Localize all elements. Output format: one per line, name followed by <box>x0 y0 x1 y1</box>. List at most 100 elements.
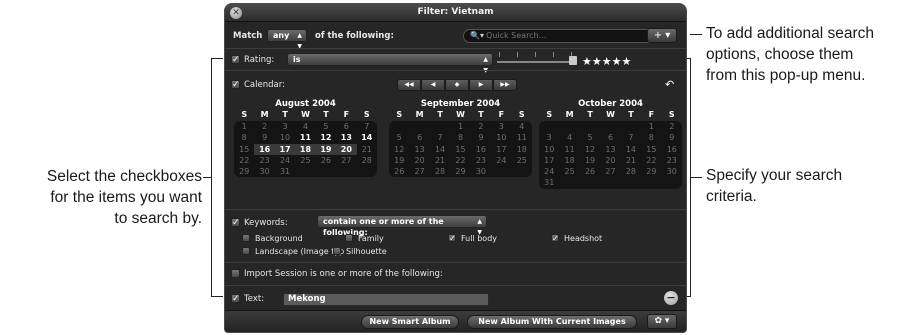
calendar-day[interactable]: 6 <box>336 121 356 132</box>
calendar-day[interactable]: 31 <box>275 166 295 177</box>
calendar-day[interactable]: 1 <box>234 121 254 132</box>
calendar-day[interactable]: 11 <box>512 132 532 143</box>
calendar-day[interactable]: 15 <box>450 144 470 155</box>
calendar-day[interactable]: 2 <box>471 121 491 132</box>
calendar-day[interactable]: 30 <box>471 166 491 177</box>
calendar-day[interactable]: 8 <box>234 132 254 143</box>
calendar-day[interactable]: 30 <box>662 166 682 177</box>
keyword-option[interactable]: Silhouette <box>333 247 387 256</box>
calendar-day[interactable]: 13 <box>336 132 356 143</box>
calendar-day[interactable]: 26 <box>316 155 336 166</box>
calendar-day[interactable]: 22 <box>234 155 254 166</box>
keywords-operator-popup[interactable]: contain one or more of the following: ▲ ▼ <box>317 215 487 237</box>
calendar-day[interactable]: 16 <box>254 143 275 155</box>
calendar-day[interactable]: 1 <box>450 121 470 132</box>
calendar-day[interactable]: 8 <box>641 132 661 143</box>
text-field[interactable]: Mekong <box>283 293 489 306</box>
calendar-day[interactable]: 16 <box>471 144 491 155</box>
calendar-day[interactable]: 23 <box>471 155 491 166</box>
calendar-day[interactable]: 23 <box>254 155 274 166</box>
fast-forward-icon[interactable]: ▶▶ <box>493 79 517 91</box>
calendar-day[interactable]: 31 <box>539 177 559 188</box>
calendar-day[interactable]: 10 <box>275 132 295 143</box>
calendar-day[interactable]: 18 <box>512 144 532 155</box>
calendar-day[interactable]: 14 <box>621 144 641 155</box>
calendar-day[interactable]: 29 <box>641 166 661 177</box>
calendar-day[interactable]: 4 <box>512 121 532 132</box>
next-icon[interactable]: ▶ <box>469 79 493 91</box>
calendar-day[interactable]: 6 <box>600 132 620 143</box>
calendar-day[interactable]: 21 <box>621 155 641 166</box>
calendar-day[interactable]: 25 <box>295 155 315 166</box>
calendar-day[interactable]: 25 <box>559 166 579 177</box>
calendar-day[interactable]: 3 <box>539 132 559 143</box>
import-session-checkbox[interactable] <box>231 269 240 278</box>
calendar-checkbox[interactable]: ✓ <box>231 80 240 90</box>
keyword-option[interactable]: ✓ Full body <box>448 234 497 243</box>
calendar-day[interactable]: 2 <box>254 121 274 132</box>
calendar-day[interactable]: 9 <box>662 132 682 143</box>
calendar-day[interactable]: 27 <box>336 155 356 166</box>
calendar-day[interactable]: 11 <box>295 132 315 143</box>
calendar-day[interactable]: 1 <box>641 121 661 132</box>
calendar-day[interactable]: 5 <box>580 132 600 143</box>
calendar-day[interactable]: 10 <box>491 132 511 143</box>
calendar-day[interactable]: 28 <box>621 166 641 177</box>
calendar-day[interactable]: 18 <box>295 143 316 155</box>
calendar-day[interactable]: 7 <box>430 132 450 143</box>
calendar-day[interactable]: 30 <box>254 166 274 177</box>
keyword-checkbox[interactable] <box>345 234 353 242</box>
match-popup[interactable]: any ▲ ▼ <box>267 29 307 50</box>
calendar-day[interactable]: 24 <box>491 155 511 166</box>
calendar-day[interactable]: 6 <box>409 132 429 143</box>
keyword-option[interactable]: Background <box>242 234 303 243</box>
calendar-day[interactable]: 22 <box>641 155 661 166</box>
calendar-day[interactable]: 21 <box>357 144 377 155</box>
calendar-day[interactable]: 15 <box>234 144 254 155</box>
calendar-day[interactable]: 19 <box>315 143 337 155</box>
calendar-day[interactable]: 4 <box>559 132 579 143</box>
calendar-day[interactable]: 17 <box>491 144 511 155</box>
new-album-current-images-button[interactable]: New Album With Current Images <box>467 315 637 329</box>
calendar-day[interactable]: 23 <box>662 155 682 166</box>
previous-icon[interactable]: ◀ <box>421 79 445 91</box>
keywords-checkbox[interactable]: ✓ <box>231 218 240 228</box>
calendar-day[interactable]: 5 <box>389 132 409 143</box>
calendar-day[interactable]: 24 <box>539 166 559 177</box>
keyword-checkbox[interactable] <box>333 247 341 255</box>
calendar-day[interactable]: 4 <box>295 121 315 132</box>
calendar-day[interactable]: 27 <box>409 166 429 177</box>
calendar-day[interactable]: 5 <box>316 121 336 132</box>
calendar-day[interactable]: 24 <box>275 155 295 166</box>
calendar-day[interactable]: 29 <box>450 166 470 177</box>
calendar-day[interactable]: 22 <box>450 155 470 166</box>
undo-icon[interactable]: ↶ <box>665 78 674 91</box>
calendar-day[interactable]: 25 <box>512 155 532 166</box>
calendar-day[interactable]: 13 <box>409 144 429 155</box>
text-checkbox[interactable]: ✓ <box>231 294 240 304</box>
rating-operator-popup[interactable]: is ▲▼ <box>287 53 493 74</box>
add-criteria-button[interactable]: + ▾ <box>647 28 677 43</box>
calendar-day[interactable]: 20 <box>336 143 357 155</box>
calendar-day[interactable]: 9 <box>471 132 491 143</box>
keyword-checkbox[interactable] <box>242 247 250 255</box>
calendar-day[interactable]: 10 <box>539 144 559 155</box>
new-smart-album-button[interactable]: New Smart Album <box>361 315 459 329</box>
calendar-day[interactable]: 17 <box>539 155 559 166</box>
calendar-day[interactable]: 29 <box>234 166 254 177</box>
calendar-day[interactable]: 11 <box>559 144 579 155</box>
keyword-option[interactable]: ✓ Headshot <box>551 234 602 243</box>
keyword-option[interactable]: Landscape (Image typ <box>242 247 344 256</box>
calendar-day[interactable]: 28 <box>430 166 450 177</box>
calendar-day[interactable]: 7 <box>621 132 641 143</box>
calendar-day[interactable]: 21 <box>430 155 450 166</box>
calendar-day[interactable]: 16 <box>662 144 682 155</box>
rating-checkbox[interactable]: ✓ <box>231 55 240 65</box>
gear-icon[interactable]: ✿ ▾ <box>647 314 677 329</box>
calendar-day[interactable]: 3 <box>275 121 295 132</box>
calendar-day[interactable]: 26 <box>389 166 409 177</box>
calendar-day[interactable]: 20 <box>600 155 620 166</box>
calendar-day[interactable]: 17 <box>274 143 296 155</box>
keyword-checkbox[interactable]: ✓ <box>551 234 559 243</box>
calendar-day[interactable]: 27 <box>600 166 620 177</box>
